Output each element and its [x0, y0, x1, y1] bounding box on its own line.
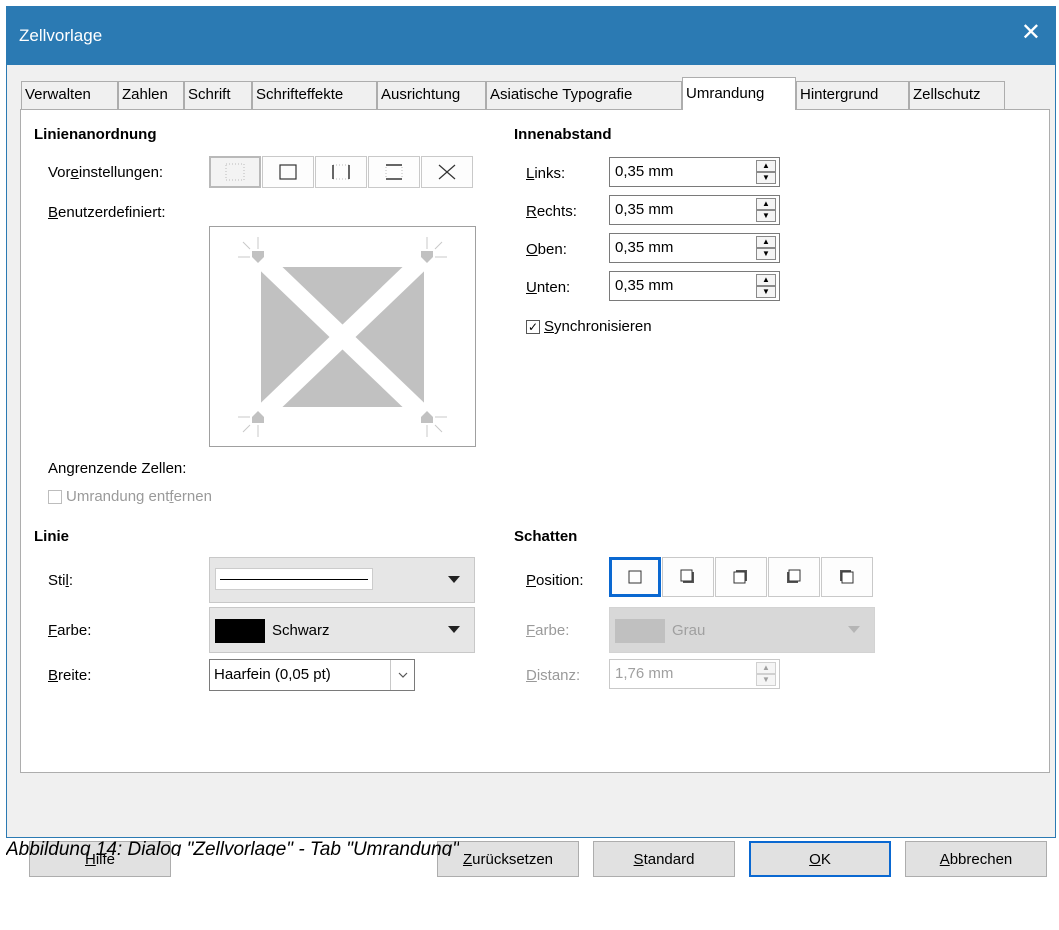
- close-icon[interactable]: ✕: [1021, 21, 1041, 45]
- tab-zellschutz[interactable]: Zellschutz: [909, 81, 1005, 109]
- shadow-none-icon: [628, 570, 642, 584]
- line-color-label: Farbe:: [48, 622, 92, 639]
- dialog-title: Zellvorlage: [19, 26, 103, 45]
- line-style-label: Stil:: [48, 572, 74, 589]
- shadow-bottom-left-button[interactable]: [768, 557, 820, 597]
- ok-button[interactable]: OK: [749, 841, 891, 877]
- spin-up-icon[interactable]: ▲: [756, 274, 776, 286]
- line-color-value: Schwarz: [272, 622, 330, 639]
- section-title-line: Linie: [34, 528, 70, 545]
- spin-down-icon[interactable]: ▼: [756, 286, 776, 298]
- spin-down-icon[interactable]: ▼: [756, 210, 776, 222]
- color-swatch: [215, 619, 265, 643]
- shadow-bottom-left-icon: [787, 569, 801, 583]
- tab-verwalten[interactable]: Verwalten: [21, 81, 118, 109]
- shadow-bottom-right-icon: [680, 569, 694, 583]
- shadow-top-right-button[interactable]: [715, 557, 767, 597]
- checkbox-unchecked-icon: [48, 489, 62, 504]
- cancel-button[interactable]: Abbrechen: [905, 841, 1047, 877]
- padding-top-value[interactable]: 0,35 mm: [615, 239, 673, 256]
- preset-top-bottom-button[interactable]: [368, 156, 420, 188]
- shadow-top-left-button[interactable]: [821, 557, 873, 597]
- chevron-down-icon[interactable]: [390, 660, 414, 690]
- line-color-dropdown[interactable]: Schwarz: [209, 607, 475, 653]
- section-title-shadow: Schatten: [514, 528, 578, 545]
- border-box-icon: [279, 164, 297, 180]
- border-left-right-icon: [332, 164, 350, 180]
- padding-left-value[interactable]: 0,35 mm: [615, 163, 673, 180]
- presets-label: Voreinstellungen:: [48, 164, 164, 181]
- chevron-down-icon: [848, 626, 860, 633]
- spin-up-icon[interactable]: ▲: [756, 198, 776, 210]
- tab-ausrichtung[interactable]: Ausrichtung: [377, 81, 486, 109]
- spin-up-icon[interactable]: ▲: [756, 160, 776, 172]
- padding-right-label: Rechts:: [526, 203, 577, 220]
- spin-down-icon[interactable]: ▼: [756, 248, 776, 260]
- shadow-distance-label: Distanz:: [526, 667, 581, 684]
- preset-box-button[interactable]: [262, 156, 314, 188]
- synchronize-checkbox[interactable]: ✓ Synchronisieren: [526, 318, 652, 335]
- shadow-none-button[interactable]: [609, 557, 661, 597]
- padding-right-spinner[interactable]: 0,35 mm ▲ ▼: [609, 195, 780, 225]
- shadow-distance-spinner[interactable]: 1,76 mm ▲ ▼: [609, 659, 780, 689]
- line-style-preview: [215, 568, 373, 590]
- shadow-color-label: Farbe:: [526, 622, 570, 639]
- tab-schrift[interactable]: Schrift: [184, 81, 252, 109]
- remove-border-checkbox[interactable]: Umrandung entfernen: [48, 488, 212, 505]
- shadow-top-left-icon: [840, 570, 854, 584]
- border-preview-diagram: [238, 237, 447, 437]
- chevron-down-icon: [448, 576, 460, 583]
- shadow-color-dropdown[interactable]: Grau: [609, 607, 875, 653]
- dialog-window: Zellvorlage ✕ Verwalten Zahlen Schrift S…: [6, 6, 1056, 877]
- preset-diagonal-button[interactable]: [421, 156, 473, 188]
- line-width-combobox[interactable]: Haarfein (0,05 pt): [209, 659, 415, 691]
- border-none-icon: [225, 163, 245, 181]
- shadow-bottom-right-button[interactable]: [662, 557, 714, 597]
- preset-buttons: [209, 156, 474, 188]
- line-width-value[interactable]: Haarfein (0,05 pt): [214, 666, 331, 683]
- figure-caption: Abbildung 14: Dialog "Zellvorlage" - Tab…: [6, 839, 459, 856]
- standard-button[interactable]: Standard: [593, 841, 735, 877]
- chevron-down-icon: [448, 626, 460, 633]
- padding-left-label: Links:: [526, 165, 566, 182]
- padding-right-value[interactable]: 0,35 mm: [615, 201, 673, 218]
- shadow-top-right-icon: [733, 570, 747, 584]
- line-width-label: Breite:: [48, 667, 92, 684]
- padding-left-spinner[interactable]: 0,35 mm ▲ ▼: [609, 157, 780, 187]
- padding-top-label: Oben:: [526, 241, 567, 258]
- preset-left-right-button[interactable]: [315, 156, 367, 188]
- padding-top-spinner[interactable]: 0,35 mm ▲ ▼: [609, 233, 780, 263]
- border-top-bottom-icon: [385, 164, 403, 180]
- section-title-line-arrangement: Linienanordnung: [34, 126, 157, 143]
- line-style-dropdown[interactable]: [209, 557, 475, 603]
- spin-up-icon[interactable]: ▲: [756, 662, 776, 674]
- padding-bottom-label: Unten:: [526, 279, 571, 296]
- shadow-position-buttons: [609, 557, 874, 597]
- spin-down-icon[interactable]: ▼: [756, 674, 776, 686]
- tab-zahlen[interactable]: Zahlen: [118, 81, 184, 109]
- checkbox-checked-icon: ✓: [526, 319, 540, 334]
- tab-panel-umrandung: Linienanordnung Voreinstellungen: Benutz…: [20, 109, 1050, 773]
- tab-hintergrund[interactable]: Hintergrund: [796, 81, 909, 109]
- shadow-position-label: Position:: [526, 572, 584, 589]
- synchronize-label: Synchronisieren: [544, 318, 652, 335]
- tab-schrifteffekte[interactable]: Schrifteffekte: [252, 81, 377, 109]
- tab-asiatische-typografie[interactable]: Asiatische Typografie: [486, 81, 682, 109]
- border-diagonal-icon: [438, 164, 456, 180]
- padding-bottom-value[interactable]: 0,35 mm: [615, 277, 673, 294]
- title-bar: Zellvorlage ✕: [7, 7, 1055, 65]
- remove-border-label: Umrandung entfernen: [66, 488, 212, 505]
- adjacent-cells-label: Angrenzende Zellen:: [48, 460, 187, 477]
- preset-none-button[interactable]: [209, 156, 261, 188]
- user-defined-border-canvas[interactable]: [209, 226, 476, 447]
- spin-down-icon[interactable]: ▼: [756, 172, 776, 184]
- spin-up-icon[interactable]: ▲: [756, 236, 776, 248]
- section-title-padding: Innenabstand: [514, 126, 612, 143]
- user-defined-label: Benutzerdefiniert:: [48, 204, 166, 221]
- padding-bottom-spinner[interactable]: 0,35 mm ▲ ▼: [609, 271, 780, 301]
- color-swatch: [615, 619, 665, 643]
- shadow-distance-value[interactable]: 1,76 mm: [615, 665, 673, 682]
- tab-umrandung[interactable]: Umrandung: [682, 77, 796, 110]
- shadow-color-value: Grau: [672, 622, 706, 639]
